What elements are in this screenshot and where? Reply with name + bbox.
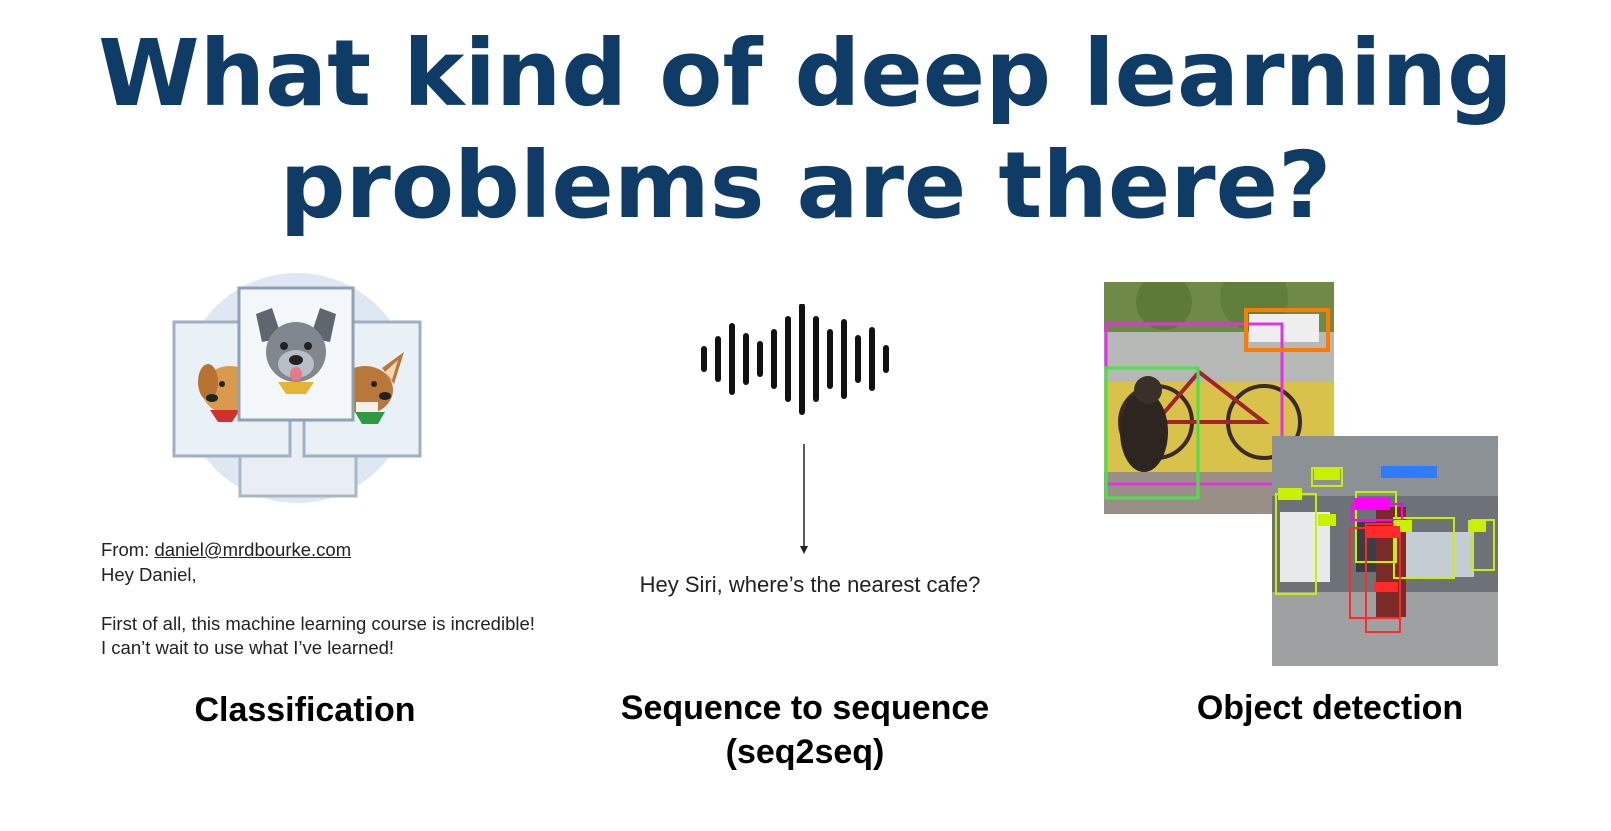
seq2seq-caption-line-1: Sequence to sequence <box>620 689 990 727</box>
object-detection-photos <box>1104 282 1498 666</box>
arrow-down-icon <box>800 444 808 554</box>
title-line-2: problems are there? <box>279 132 1332 239</box>
email-text: From: daniel@mrdbourke.com Hey Daniel, F… <box>101 538 535 661</box>
city-street-photo <box>1272 436 1498 666</box>
email-from-label: From: <box>101 539 150 560</box>
seq2seq-caption-line-2: (seq2seq) <box>725 733 885 771</box>
classification-caption: Classification <box>194 691 416 729</box>
slide-title: What kind of deep learning problems are … <box>0 18 1611 242</box>
title-line-1: What kind of deep learning <box>98 20 1513 127</box>
email-from-address: daniel@mrdbourke.com <box>154 539 352 560</box>
sound-wave-icon <box>701 304 889 415</box>
email-greeting: Hey Daniel, <box>101 563 197 585</box>
email-body-line-1: First of all, this machine learning cour… <box>101 612 535 634</box>
object-detection-caption: Object detection <box>1196 689 1464 727</box>
siri-query-text: Hey Siri, where’s the nearest cafe? <box>639 572 981 597</box>
email-body-line-2: I can’t wait to use what I’ve learned! <box>101 637 395 658</box>
dog-cards-icon <box>172 273 422 503</box>
